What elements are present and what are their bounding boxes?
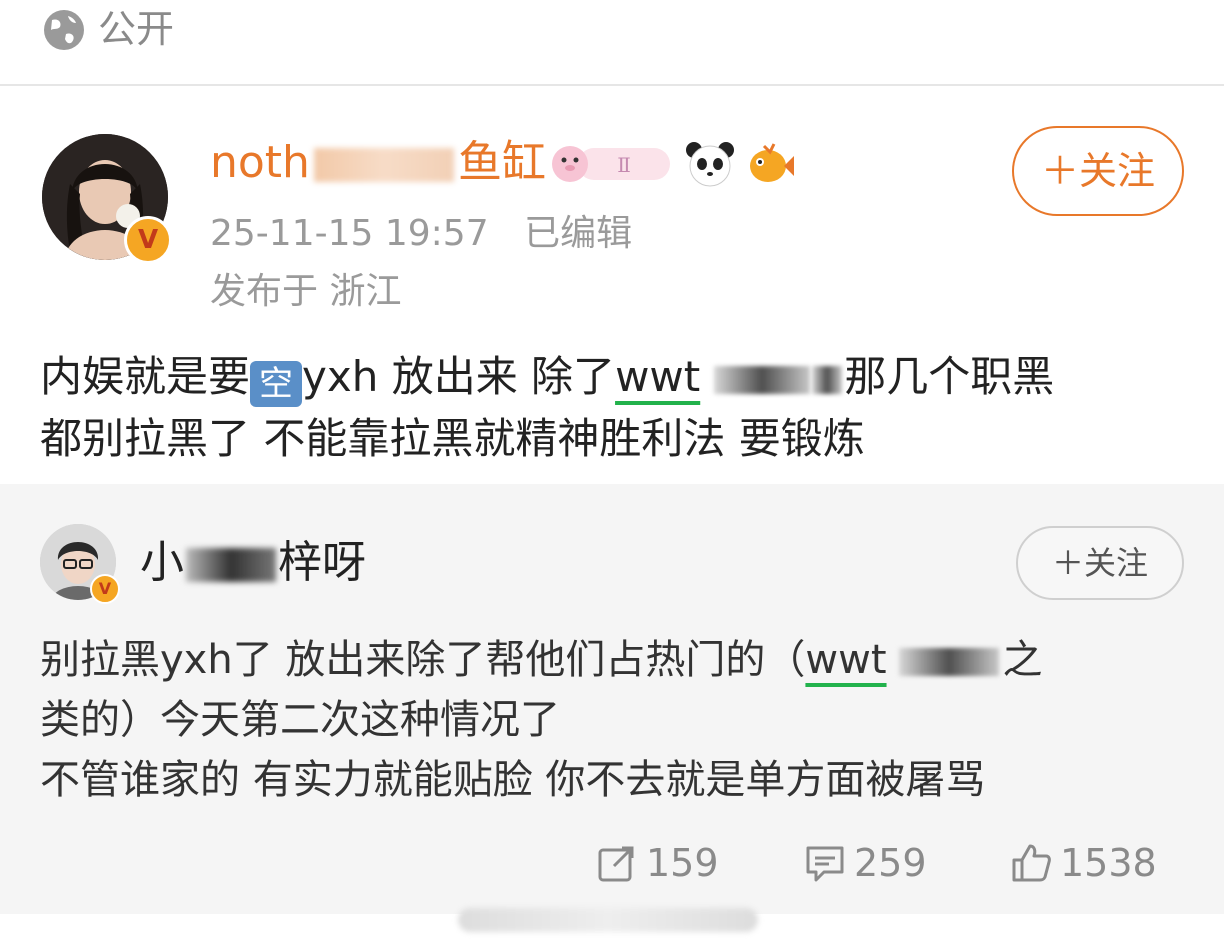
- redacted-text: [898, 648, 999, 676]
- redacted-name-part: [186, 548, 276, 582]
- post-text-segment: 内娱就是要: [40, 352, 251, 401]
- weibo-post: V noth 鱼缸 Ⅱ 25-11-15 19:57 已编辑 发布于 浙江 ＋关注…: [0, 88, 1224, 484]
- hashtag-link[interactable]: wwt: [615, 352, 811, 401]
- repost-content: 别拉黑yxh了 放出来除了帮他们占热门的（wwt 之 类的）今天第二次这种情况了 …: [40, 630, 1200, 810]
- comment-action[interactable]: 259: [804, 838, 927, 888]
- fish-icon: [750, 143, 794, 182]
- edited-label: 已编辑: [524, 213, 633, 254]
- thumbs-up-icon: [1012, 844, 1051, 882]
- post-content: 内娱就是要空 yxh 放出来 除了wwt 那几个职黑 都别拉黑了 不能靠拉黑就精神胜…: [40, 346, 1190, 470]
- post-time: 25-11-15 19:57: [210, 213, 489, 254]
- redacted-text: [812, 365, 843, 394]
- visibility-bar: 公开: [0, 0, 1224, 86]
- repost-action[interactable]: 159: [596, 838, 719, 888]
- like-action[interactable]: 1538: [1010, 838, 1157, 888]
- svg-text:Ⅱ: Ⅱ: [617, 153, 631, 177]
- repost-text-line: 不管谁家的 有实力就能贴脸 你不去就是单方面被屠骂: [40, 757, 986, 803]
- watermark: [458, 908, 758, 932]
- author-name-suffix: 鱼缸: [457, 137, 546, 188]
- verified-badge: V: [90, 574, 120, 604]
- kong-emoji-badge: 空: [250, 361, 303, 407]
- visibility-label: 公开: [98, 7, 175, 51]
- author-name[interactable]: noth 鱼缸: [210, 136, 546, 190]
- link-text: wwt: [805, 637, 887, 683]
- repost-name-prefix: 小: [140, 537, 184, 588]
- repost-follow-button[interactable]: ＋关注: [1016, 526, 1184, 600]
- post-text-segment: yxh 放出来 除了: [302, 352, 616, 401]
- follow-button[interactable]: ＋关注: [1012, 126, 1184, 216]
- quoted-repost[interactable]: V 小 梓呀 ＋关注 别拉黑yxh了 放出来除了帮他们占热门的（wwt 之 类的）今…: [0, 484, 1224, 914]
- link-text: wwt: [615, 352, 701, 401]
- post-text-line: 都别拉黑了 不能靠拉黑就精神胜利法 要锻炼: [40, 414, 865, 463]
- comment-icon: [806, 846, 844, 882]
- post-meta: 25-11-15 19:57 已编辑: [210, 212, 632, 256]
- repost-text-line: 类的）今天第二次这种情况了: [40, 697, 560, 743]
- panda-icon: [686, 142, 734, 187]
- post-text-segment: 那几个职黑: [844, 352, 1055, 401]
- globe-icon: [44, 10, 84, 50]
- hashtag-link[interactable]: wwt: [805, 637, 886, 683]
- repost-text-segment: 之: [1002, 637, 1043, 683]
- redacted-text: [714, 365, 811, 394]
- like-count: 1538: [1060, 841, 1157, 885]
- comment-count: 259: [854, 841, 927, 885]
- redacted-name-part: [313, 148, 454, 182]
- repost-text-segment: 别拉黑yxh了 放出来除了帮他们占热门的（: [40, 637, 806, 683]
- repost-icon: [598, 846, 634, 882]
- repost-count: 159: [646, 841, 719, 885]
- repost-author-name[interactable]: 小 梓呀: [140, 536, 366, 590]
- verified-badge: V: [124, 216, 172, 264]
- post-location: 发布于 浙江: [210, 271, 402, 312]
- author-name-prefix: noth: [210, 137, 310, 188]
- repost-name-suffix: 梓呀: [278, 537, 366, 588]
- member-badge-icon: Ⅱ: [552, 146, 670, 182]
